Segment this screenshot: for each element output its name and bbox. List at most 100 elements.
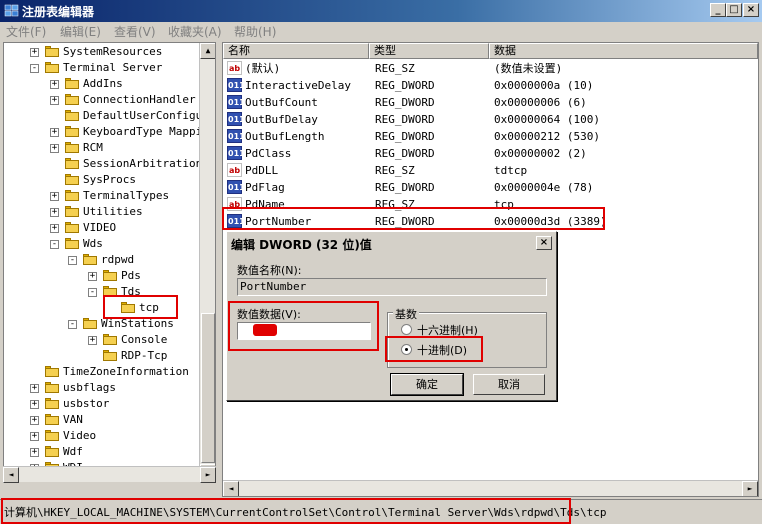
value-row[interactable]: 011 OutBufLength REG_DWORD 0x00000212 (530)	[223, 128, 753, 145]
tree-item[interactable]: + SystemResources	[4, 44, 200, 60]
value-row[interactable]: 011 OutBufDelay REG_DWORD 0x00000064 (100)	[223, 111, 753, 128]
expand-icon[interactable]: +	[30, 400, 39, 409]
value-row[interactable]: 011 InteractiveDelay REG_DWORD 0x0000000a (…	[223, 77, 753, 94]
collapse-icon[interactable]: -	[30, 64, 39, 73]
expand-icon[interactable]: +	[30, 448, 39, 457]
expand-icon[interactable]: +	[50, 80, 59, 89]
folder-icon	[103, 334, 117, 345]
collapse-icon[interactable]: -	[88, 288, 97, 297]
value-row[interactable]: 011 PortNumber REG_DWORD 0x00000d3d (3389)	[223, 213, 753, 230]
tree-item[interactable]: + Video	[4, 428, 200, 444]
menu-edit[interactable]: 编辑(E)	[60, 23, 101, 40]
tree-item-label: tcp	[139, 301, 159, 314]
tree-vertical-scrollbar[interactable]: ▲▼	[199, 43, 215, 480]
list-horizontal-scrollbar[interactable]: ◄ ►	[223, 480, 758, 496]
scroll-up-button[interactable]: ▲	[200, 43, 215, 59]
dialog-close-button[interactable]: ×	[536, 236, 552, 250]
tree-item[interactable]: tcp	[4, 300, 200, 316]
tree-item[interactable]: - Wds	[4, 236, 200, 252]
expand-icon[interactable]: +	[30, 416, 39, 425]
value-type: REG_DWORD	[375, 113, 435, 126]
tree-item[interactable]: + RCM	[4, 140, 200, 156]
folder-body	[103, 336, 117, 345]
scroll-right-button[interactable]: ►	[200, 467, 216, 483]
scroll-right-button[interactable]: ►	[742, 481, 758, 496]
expand-icon[interactable]: +	[50, 144, 59, 153]
folder-body	[65, 144, 79, 153]
tree-item-label: Utilities	[83, 205, 143, 218]
maximize-button[interactable]: □	[726, 3, 742, 17]
tree-item[interactable]: - WinStations	[4, 316, 200, 332]
tree-item[interactable]: + usbflags	[4, 380, 200, 396]
value-row[interactable]: ab PdDLL REG_SZ tdtcp	[223, 162, 753, 179]
expand-icon[interactable]: +	[50, 224, 59, 233]
expand-icon[interactable]: +	[88, 336, 97, 345]
menu-help[interactable]: 帮助(H)	[234, 23, 276, 40]
close-button[interactable]: ×	[743, 3, 759, 17]
folder-body	[65, 208, 79, 217]
tree-item[interactable]: + usbstor	[4, 396, 200, 412]
tree-item[interactable]: + VIDEO	[4, 220, 200, 236]
status-bar: 计算机\HKEY_LOCAL_MACHINE\SYSTEM\CurrentCon…	[0, 499, 762, 524]
minimize-button[interactable]: _	[710, 3, 726, 17]
tree-item[interactable]: - rdpwd	[4, 252, 200, 268]
tree-item[interactable]: - Tds	[4, 284, 200, 300]
value-name: PdClass	[245, 147, 292, 160]
expand-icon[interactable]: +	[50, 128, 59, 137]
value-name: OutBufDelay	[245, 113, 318, 126]
collapse-icon[interactable]: -	[68, 320, 77, 329]
tree-horizontal-scrollbar[interactable]: ◄ ►	[3, 466, 216, 483]
menu-view[interactable]: 查看(V)	[114, 23, 156, 40]
expand-icon[interactable]: +	[88, 272, 97, 281]
value-type: REG_DWORD	[375, 130, 435, 143]
tree-item[interactable]: + VAN	[4, 412, 200, 428]
value-row[interactable]: ab PdName REG_SZ tcp	[223, 196, 753, 213]
cancel-button[interactable]: 取消	[473, 374, 545, 395]
expand-icon[interactable]: +	[50, 192, 59, 201]
value-type: REG_SZ	[375, 164, 415, 177]
registry-tree[interactable]: + SystemResources - Terminal Server + AddIns +…	[3, 42, 216, 481]
tree-item[interactable]: + AddIns	[4, 76, 200, 92]
value-row[interactable]: 011 PdClass REG_DWORD 0x00000002 (2)	[223, 145, 753, 162]
hex-radio[interactable]	[401, 324, 412, 335]
expand-icon[interactable]: +	[30, 432, 39, 441]
collapse-icon[interactable]: -	[50, 240, 59, 249]
scroll-thumb[interactable]	[201, 313, 215, 463]
ok-button[interactable]: 确定	[390, 373, 464, 396]
tree-item[interactable]: TimeZoneInformation	[4, 364, 200, 380]
decimal-radio[interactable]	[401, 344, 412, 355]
tree-item[interactable]: SysProcs	[4, 172, 200, 188]
tree-item[interactable]: SessionArbitrationH	[4, 156, 209, 172]
collapse-icon[interactable]: -	[68, 256, 77, 265]
expand-icon[interactable]: +	[30, 48, 39, 57]
scroll-left-button[interactable]: ◄	[3, 467, 19, 483]
tree-item[interactable]: RDP-Tcp	[4, 348, 200, 364]
folder-body	[65, 160, 79, 169]
value-row[interactable]: ab (默认) REG_SZ (数值未设置)	[223, 60, 753, 77]
value-row[interactable]: 011 OutBufCount REG_DWORD 0x00000006 (6)	[223, 94, 753, 111]
tree-item-label: DefaultUserConfigu	[83, 109, 203, 122]
folder-icon	[121, 302, 135, 313]
expand-icon[interactable]: +	[30, 384, 39, 393]
tree-item[interactable]: DefaultUserConfigu	[4, 108, 203, 124]
tree-item[interactable]: - Terminal Server	[4, 60, 200, 76]
scroll-left-button[interactable]: ◄	[223, 481, 239, 496]
column-header-type[interactable]: 类型	[369, 43, 489, 59]
column-header-data[interactable]: 数据	[489, 43, 758, 59]
expand-icon[interactable]: +	[50, 96, 59, 105]
menu-favorites[interactable]: 收藏夹(A)	[168, 23, 222, 40]
menu-file[interactable]: 文件(F)	[6, 23, 46, 40]
tree-item[interactable]: + Utilities	[4, 204, 200, 220]
tree-item[interactable]: + KeyboardType Mappin	[4, 124, 209, 140]
tree-item[interactable]: + Console	[4, 332, 200, 348]
value-row[interactable]: 011 PdFlag REG_DWORD 0x0000004e (78)	[223, 179, 753, 196]
tree-item[interactable]: + Pds	[4, 268, 200, 284]
expand-icon[interactable]: +	[50, 208, 59, 217]
value-type: REG_DWORD	[375, 96, 435, 109]
column-header-name[interactable]: 名称	[223, 43, 369, 59]
tree-item[interactable]: + ConnectionHandler	[4, 92, 200, 108]
folder-body	[45, 384, 59, 393]
value-data: tdtcp	[494, 164, 528, 177]
tree-item[interactable]: + TerminalTypes	[4, 188, 200, 204]
tree-item[interactable]: + Wdf	[4, 444, 200, 460]
